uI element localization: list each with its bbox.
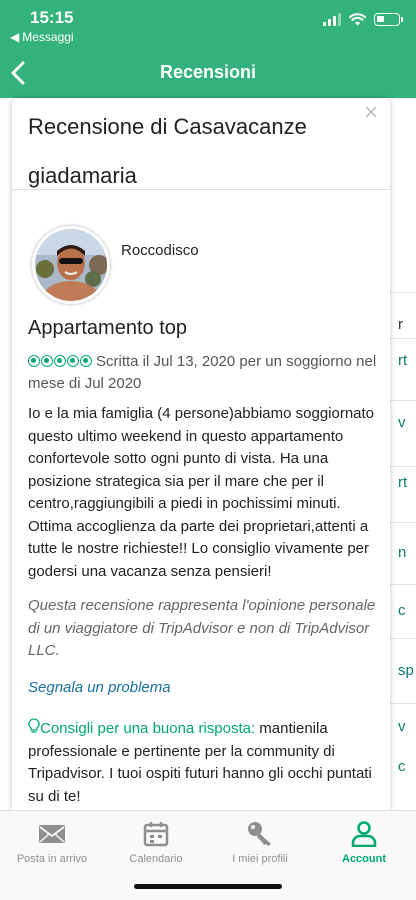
tab-label: I miei profili: [232, 853, 288, 865]
close-icon[interactable]: ×: [360, 101, 382, 125]
tab-label: Posta in arrivo: [16, 853, 88, 865]
rating-bubbles: [28, 355, 92, 367]
review-modal: Recensione di Casavacanze giadamaria × R…: [12, 98, 390, 810]
tab-label: Calendario: [129, 853, 183, 865]
page-title: Recensioni: [159, 62, 257, 82]
back-triangle-icon: ◀: [10, 30, 20, 44]
tab-my-profiles[interactable]: I miei profili: [208, 821, 312, 865]
modal-header: Recensione di Casavacanze giadamaria ×: [12, 98, 390, 190]
battery-level: [377, 16, 384, 22]
background-fragment: v: [398, 718, 406, 735]
cellular-signal-icon: [323, 13, 341, 26]
wifi-icon: [349, 13, 366, 26]
background-fragment: rt: [398, 352, 408, 369]
review-body: Io e la mia famiglia (4 persone)abbiamo …: [28, 405, 375, 580]
rating-bubble-icon: [80, 355, 92, 367]
response-tips: Consigli per una buona risposta: mantien…: [28, 718, 388, 808]
tips-label: Consigli per una buona risposta:: [40, 720, 256, 737]
report-problem-link[interactable]: Segnala un problema: [28, 679, 171, 696]
background-list: r rt v rt n c sp v c: [390, 98, 416, 810]
calendar-icon: [143, 822, 169, 847]
review-title: Appartamento top: [28, 317, 187, 339]
avatar-photo: [35, 229, 107, 301]
rating-bubble-icon: [67, 355, 79, 367]
rating-bubble-icon: [28, 355, 40, 367]
tab-calendar[interactable]: Calendario: [104, 821, 208, 865]
lightbulb-icon: [28, 718, 40, 733]
modal-title: Recensione di Casavacanze giadamaria: [28, 114, 307, 188]
background-fragment: rt: [398, 474, 408, 491]
background-fragment: c: [398, 758, 406, 775]
person-icon: [351, 821, 377, 847]
avatar: [32, 226, 110, 304]
status-back-to-app[interactable]: ◀ Messaggi: [10, 30, 74, 44]
envelope-icon: [39, 825, 65, 843]
background-fragment: v: [398, 414, 406, 431]
review-meta: Scritta il Jul 13, 2020 per un soggiorno…: [28, 351, 388, 395]
background-fragment: c: [398, 602, 406, 619]
background-fragment: r: [398, 316, 403, 333]
status-back-label: Messaggi: [22, 30, 74, 44]
rating-bubble-icon: [41, 355, 53, 367]
background-fragment: n: [398, 544, 407, 561]
status-time: 15:15: [30, 8, 74, 27]
app-header: 15:15 ◀ Messaggi Recensioni: [0, 0, 416, 98]
key-icon: [248, 822, 271, 846]
status-icons: [323, 13, 403, 26]
background-fragment: sp: [398, 662, 414, 679]
rating-bubble-icon: [54, 355, 66, 367]
review-disclaimer: Questa recensione rappresenta l'opinione…: [28, 597, 376, 659]
battery-icon: [374, 13, 403, 26]
tab-account[interactable]: Account: [312, 821, 416, 865]
tab-inbox[interactable]: Posta in arrivo: [0, 821, 104, 865]
reviewer-name[interactable]: Roccodisco: [121, 242, 199, 259]
home-indicator[interactable]: [134, 884, 282, 889]
tab-label: Account: [342, 853, 386, 865]
